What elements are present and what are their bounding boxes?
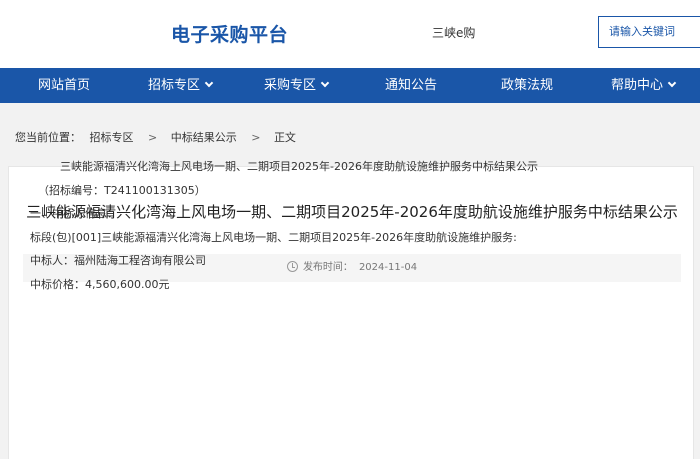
body-line: 标段(包)[001]三峡能源福清兴化湾海上风电场一期、二期项目2025年-202…: [30, 230, 517, 244]
top-header: 电子采购平台 三峡e购 请输入关键词: [0, 0, 700, 68]
body-line: （招标编号：T241100131305）: [38, 183, 206, 197]
nav-item-procurement[interactable]: 采购专区: [264, 68, 330, 103]
breadcrumb-item-results[interactable]: 中标结果公示: [171, 131, 237, 144]
nav-item-policies[interactable]: 政策法规: [501, 68, 553, 103]
breadcrumb-separator: >: [148, 131, 158, 144]
nav-item-bidding[interactable]: 招标专区: [148, 68, 214, 103]
nav-item-notices[interactable]: 通知公告: [385, 68, 437, 103]
main-nav: 网站首页 招标专区 采购专区 通知公告 政策法规 帮助中心: [0, 68, 700, 103]
nav-item-help[interactable]: 帮助中心: [611, 68, 677, 103]
chevron-down-icon: [320, 78, 330, 88]
body-line: 中标人：福州陆海工程咨询有限公司: [30, 254, 206, 267]
body-line: 一、中标人信息：: [30, 207, 118, 220]
chevron-down-icon: [667, 78, 677, 88]
article-body: 三峡能源福清兴化湾海上风电场一期、二期项目2025年-2026年度助航设施维护服…: [30, 155, 670, 296]
nav-label: 网站首页: [38, 78, 91, 93]
nav-item-home[interactable]: 网站首页: [38, 68, 90, 103]
chevron-down-icon: [204, 78, 214, 88]
breadcrumb-prefix: 您当前位置：: [15, 131, 81, 144]
breadcrumb-item-bidding[interactable]: 招标专区: [90, 131, 134, 144]
search-input[interactable]: 请输入关键词: [598, 16, 700, 48]
brand-link[interactable]: 三峡e购: [432, 24, 475, 41]
body-line: 中标价格：4,560,600.00元: [30, 277, 170, 291]
nav-label: 帮助中心: [611, 78, 664, 93]
breadcrumb-separator: >: [251, 131, 261, 144]
site-logo[interactable]: 电子采购平台: [171, 20, 288, 47]
breadcrumb: 您当前位置： 招标专区 > 中标结果公示 > 正文: [15, 129, 301, 145]
nav-label: 通知公告: [385, 78, 438, 93]
body-line: 三峡能源福清兴化湾海上风电场一期、二期项目2025年-2026年度助航设施维护服…: [60, 160, 538, 173]
nav-label: 招标专区: [148, 78, 201, 93]
nav-label: 采购专区: [264, 78, 317, 93]
nav-label: 政策法规: [501, 78, 554, 93]
breadcrumb-item-current: 正文: [273, 131, 296, 144]
